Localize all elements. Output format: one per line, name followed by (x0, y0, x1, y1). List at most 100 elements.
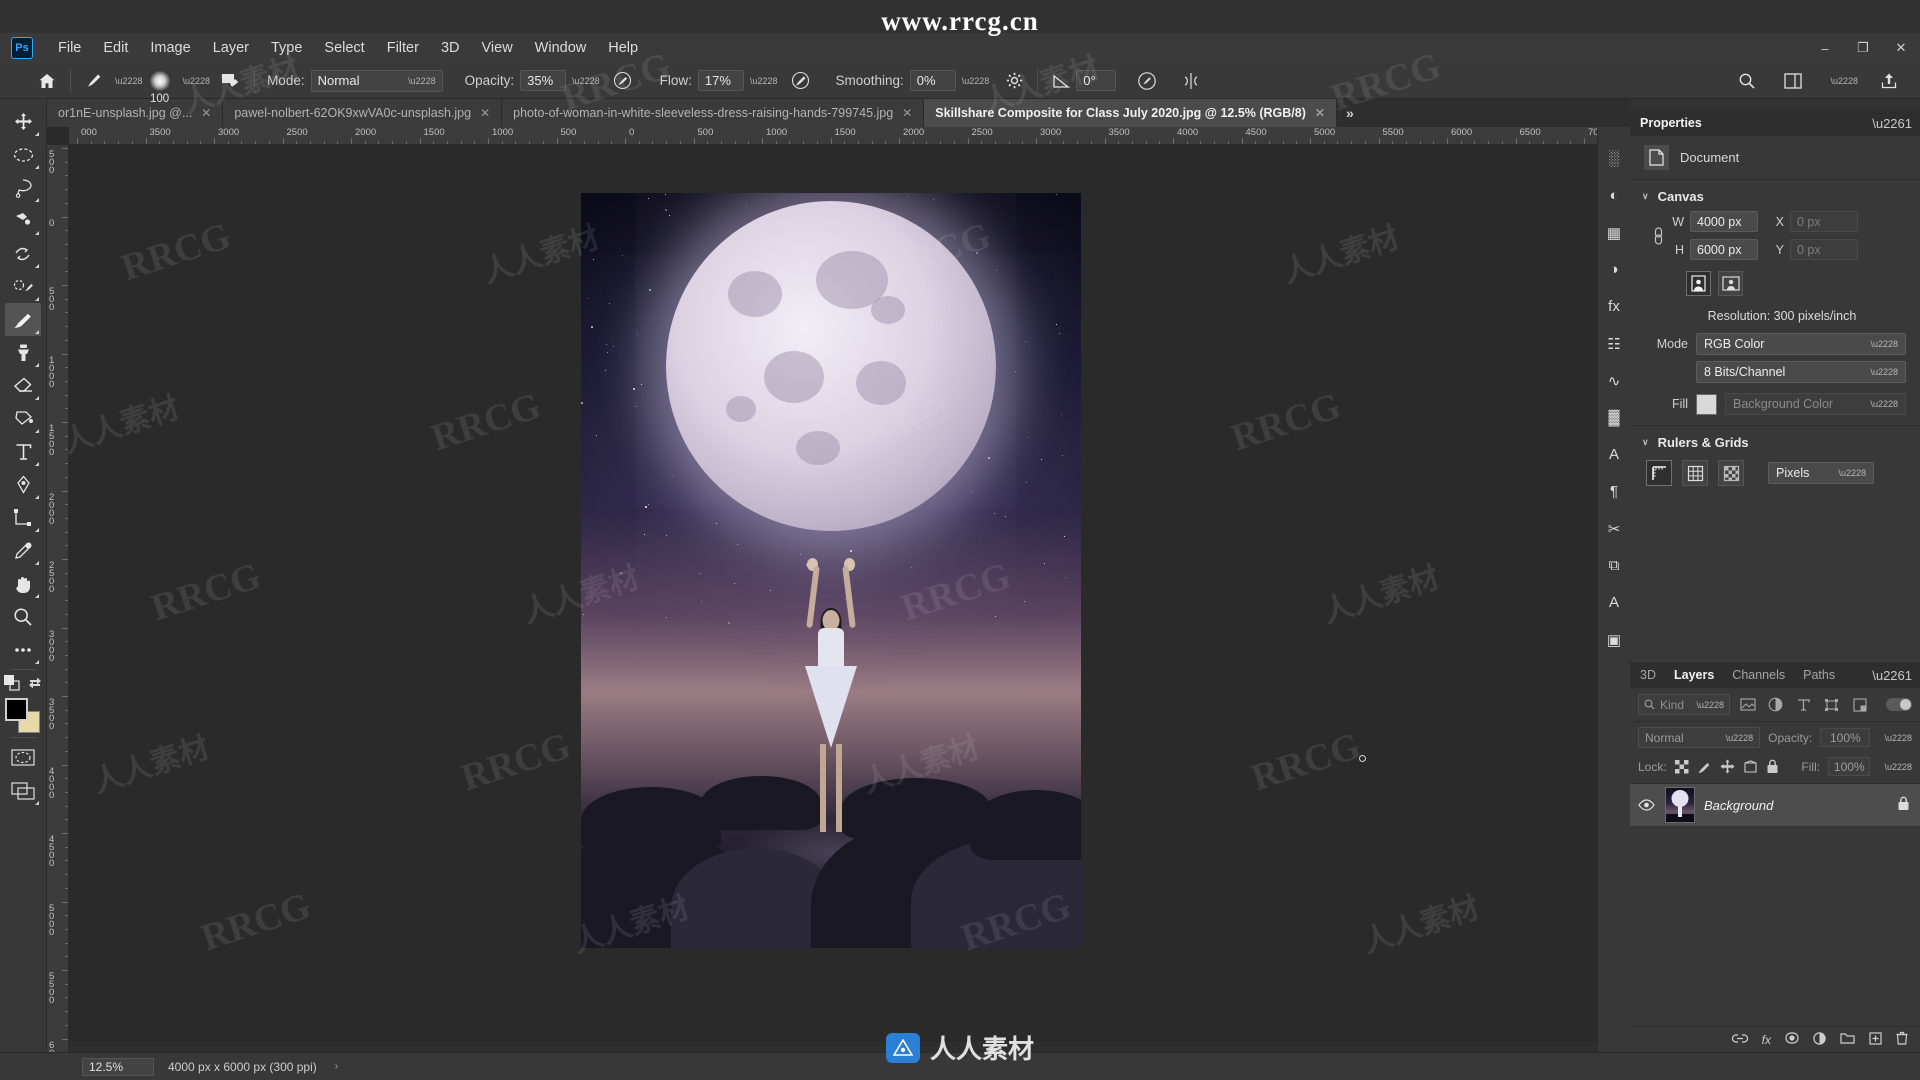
layer-thumbnail[interactable] (1665, 787, 1695, 823)
curves-panel-icon[interactable]: ∿ (1600, 362, 1629, 399)
canvas-y-input[interactable]: 0 px (1790, 239, 1858, 260)
opacity-input[interactable]: 35% (520, 70, 566, 91)
lock-transparent-pixels-icon[interactable] (1675, 758, 1689, 775)
horizontal-ruler[interactable]: 0003500300025002000150010005000500100015… (69, 127, 1630, 145)
angle-input[interactable]: 0° (1076, 70, 1116, 91)
tool-brush[interactable] (5, 303, 41, 336)
character-styles-panel-icon[interactable]: A (1600, 584, 1629, 621)
swatches-panel-icon[interactable]: ▦ (1600, 214, 1629, 251)
tab-3d[interactable]: 3D (1640, 668, 1656, 682)
search-icon[interactable] (1732, 68, 1762, 94)
smoothing-caret-icon[interactable]: \u2228 (962, 76, 990, 86)
home-icon[interactable] (32, 68, 62, 94)
tool-hand[interactable] (5, 567, 41, 600)
tool-path-selection[interactable] (5, 501, 41, 534)
color-mode-select[interactable]: RGB Color \u2228 (1696, 333, 1906, 355)
gradients-panel-icon[interactable]: ▓ (1600, 399, 1629, 436)
fill-select[interactable]: Background Color \u2228 (1725, 393, 1906, 415)
actions-panel-icon[interactable]: ✂ (1600, 510, 1629, 547)
filter-type-icon[interactable] (1793, 694, 1814, 715)
opacity-caret-icon[interactable]: \u2228 (572, 76, 600, 86)
screen-mode-icon[interactable] (5, 774, 41, 807)
canvas-area[interactable]: 0003500300025002000150010005000500100015… (47, 127, 1630, 1052)
tab-overflow-icon[interactable]: » (1337, 99, 1363, 127)
layer-fill-caret-icon[interactable]: \u2228 (1884, 762, 1912, 772)
layer-opacity-input[interactable]: 100% (1820, 728, 1870, 747)
gear-icon[interactable] (999, 68, 1029, 94)
lock-artboard-nesting-icon[interactable] (1743, 758, 1758, 775)
tool-clone-stamp[interactable] (5, 336, 41, 369)
brush-panel-icon[interactable] (216, 68, 246, 94)
menu-window[interactable]: Window (524, 36, 598, 60)
menu-help[interactable]: Help (597, 36, 649, 60)
close-icon[interactable]: ✕ (480, 106, 490, 120)
tool-eraser[interactable] (5, 369, 41, 402)
maximize-button[interactable]: ❐ (1844, 33, 1882, 63)
vertical-ruler[interactable]: 5000500100015002000250030003500400045005… (47, 145, 69, 1052)
canvas-viewport[interactable] (69, 145, 1630, 1052)
canvas-x-input[interactable]: 0 px (1790, 211, 1858, 232)
tool-healing-brush[interactable] (5, 270, 41, 303)
grid-icon[interactable] (1682, 460, 1708, 486)
foreground-color-swatch[interactable] (5, 698, 28, 721)
blend-mode-select[interactable]: Normal \u2228 (311, 70, 443, 92)
layer-filter-kind-select[interactable]: Kind \u2228 (1638, 694, 1730, 715)
filter-adjustment-icon[interactable] (1765, 694, 1786, 715)
layer-opacity-caret-icon[interactable]: \u2228 (1884, 733, 1912, 743)
flow-input[interactable]: 17% (698, 70, 744, 91)
pressure-opacity-icon[interactable] (608, 68, 638, 94)
lock-image-pixels-icon[interactable] (1697, 758, 1712, 775)
adjustments-panel-icon[interactable]: ◑ (1600, 251, 1629, 288)
link-layers-icon[interactable] (1732, 1033, 1748, 1047)
tool-eyedropper[interactable] (5, 534, 41, 567)
tab-paths[interactable]: Paths (1803, 668, 1835, 682)
landscape-orientation-icon[interactable] (1718, 271, 1743, 296)
levels-panel-icon[interactable]: ☷ (1600, 325, 1629, 362)
quick-mask-icon[interactable] (5, 741, 41, 774)
rulers-icon[interactable] (1646, 460, 1672, 486)
chevron-down-icon[interactable]: ∨ (1642, 191, 1649, 202)
color-swatches[interactable] (5, 698, 41, 734)
layer-styles-panel-icon[interactable]: fx (1600, 288, 1629, 325)
workspace-caret-icon[interactable]: \u2228 (1830, 76, 1858, 86)
close-icon[interactable]: ✕ (1315, 106, 1325, 120)
tool-crop[interactable] (5, 237, 41, 270)
menu-file[interactable]: File (47, 36, 92, 60)
panel-menu-icon[interactable]: \u2261 (1872, 668, 1912, 683)
tab-channels[interactable]: Channels (1732, 668, 1785, 682)
link-icon[interactable] (1650, 225, 1666, 247)
menu-select[interactable]: Select (313, 36, 375, 60)
layer-mask-icon[interactable] (1785, 1032, 1799, 1047)
layer-name[interactable]: Background (1704, 798, 1773, 813)
new-group-icon[interactable] (1840, 1032, 1855, 1047)
document-tab-1[interactable]: pawel-nolbert-62OK9xwVA0c-unsplash.jpg ✕ (223, 99, 502, 127)
document-tab-2[interactable]: photo-of-woman-in-white-sleeveless-dress… (502, 99, 924, 127)
layer-fill-input[interactable]: 100% (1828, 757, 1870, 776)
swap-colors-icon[interactable] (28, 676, 42, 693)
menu-image[interactable]: Image (139, 36, 201, 60)
character-panel-icon[interactable]: A (1600, 436, 1629, 473)
lock-position-icon[interactable] (1720, 758, 1735, 775)
symmetry-icon[interactable] (1176, 68, 1206, 94)
fill-color-swatch[interactable] (1696, 394, 1717, 415)
share-icon[interactable] (1874, 68, 1904, 94)
brush-preset-icon[interactable] (79, 68, 109, 94)
tool-zoom[interactable] (5, 600, 41, 633)
close-button[interactable]: ✕ (1882, 33, 1920, 63)
close-icon[interactable]: ✕ (902, 106, 912, 120)
canvas-section-header[interactable]: ∨ Canvas (1630, 180, 1920, 208)
artwork-image[interactable] (581, 193, 1081, 948)
document-tab-0[interactable]: or1nE-unsplash.jpg @... ✕ (47, 99, 223, 127)
adjustment-layer-icon[interactable] (1813, 1032, 1826, 1048)
tool-move[interactable] (5, 105, 41, 138)
new-layer-icon[interactable] (1869, 1032, 1882, 1048)
filter-pixel-icon[interactable] (1737, 694, 1758, 715)
menu-3d[interactable]: 3D (430, 36, 471, 60)
tab-layers[interactable]: Layers (1674, 668, 1714, 682)
menu-layer[interactable]: Layer (202, 36, 260, 60)
angle-icon[interactable] (1046, 68, 1076, 94)
menu-type[interactable]: Type (260, 36, 313, 60)
tool-edit-toolbar[interactable] (5, 633, 41, 666)
bit-depth-select[interactable]: 8 Bits/Channel \u2228 (1696, 361, 1906, 383)
close-icon[interactable]: ✕ (201, 106, 211, 120)
